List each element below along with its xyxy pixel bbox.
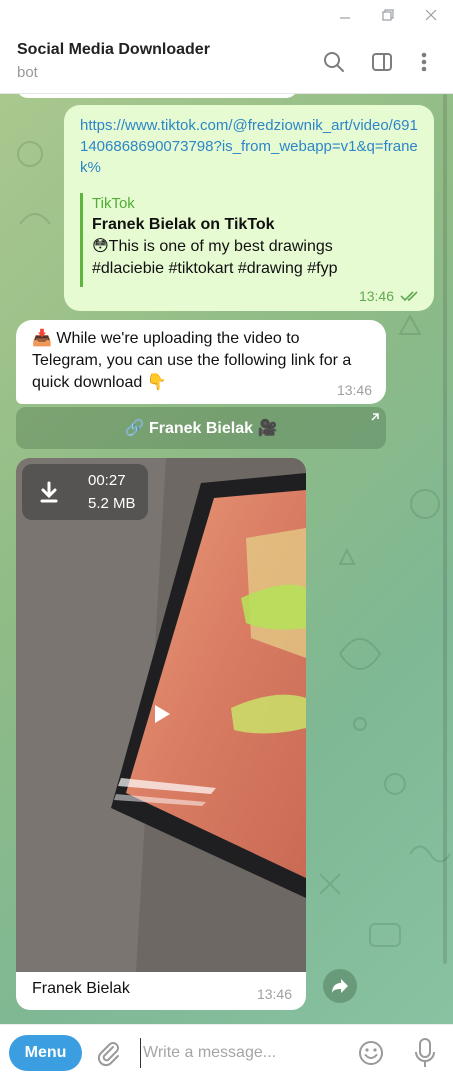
chat-header: Social Media Downloader bot [0, 30, 453, 94]
previous-message-bubble [16, 94, 298, 98]
microphone-icon[interactable] [411, 1037, 439, 1069]
inline-button-label: 🔗 Franek Bielak 🎥 [124, 420, 278, 437]
forward-button[interactable] [323, 969, 357, 1003]
video-caption: Franek Bielak [32, 980, 130, 997]
chat-scrollbar[interactable] [443, 94, 447, 964]
preview-description: 😳This is one of my best drawings #dlacie… [92, 238, 338, 277]
video-duration: 00:27 [88, 472, 126, 489]
outgoing-message[interactable]: https://www.tiktok.com/@fredziownik_art/… [64, 105, 434, 311]
preview-title: Franek Bielak on TikTok [92, 216, 275, 233]
message-time: 13:46 [336, 382, 372, 398]
emoji-icon[interactable] [357, 1039, 385, 1067]
minimize-icon [340, 17, 350, 19]
more-button[interactable] [410, 48, 438, 76]
message-link[interactable]: https://www.tiktok.com/@fredziownik_art/… [80, 115, 420, 178]
close-icon [425, 9, 437, 21]
search-button[interactable] [320, 48, 348, 76]
sidebar-toggle-icon [372, 53, 392, 71]
sidebar-toggle-button[interactable] [368, 48, 396, 76]
forward-icon [332, 979, 348, 993]
video-message[interactable]: 00:27 5.2 MB Franek Bielak 13:46 [16, 458, 306, 1010]
play-icon [155, 705, 170, 723]
message-time: 13:46 [358, 288, 394, 304]
chat-status: bot [17, 64, 38, 81]
maximize-button[interactable] [366, 0, 410, 30]
inline-link-button[interactable]: 🔗 Franek Bielak 🎥 [16, 407, 386, 449]
more-vertical-icon [421, 52, 427, 72]
minimize-button[interactable] [323, 0, 367, 30]
window-titlebar [0, 0, 453, 30]
video-size: 5.2 MB [88, 495, 136, 512]
message-composer: Menu [0, 1024, 453, 1080]
maximize-icon [382, 9, 394, 21]
message-time: 13:46 [256, 986, 292, 1002]
link-preview[interactable]: TikTok Franek Bielak on TikTok 😳This is … [80, 193, 390, 287]
external-link-corner-icon [371, 413, 379, 421]
video-info-badge[interactable]: 00:27 5.2 MB [22, 464, 148, 520]
message-meta: 13:46 [359, 288, 422, 304]
message-text: 📥 While we're uploading the video to Tel… [32, 330, 352, 391]
paperclip-icon[interactable] [95, 1039, 123, 1067]
chat-title[interactable]: Social Media Downloader [17, 41, 210, 59]
message-input[interactable] [140, 1038, 340, 1068]
bot-menu-button[interactable]: Menu [9, 1035, 82, 1071]
chat-history[interactable]: https://www.tiktok.com/@fredziownik_art/… [0, 94, 453, 1024]
search-icon [324, 52, 344, 72]
double-check-icon [400, 291, 418, 302]
download-icon[interactable] [38, 480, 60, 504]
play-button[interactable] [146, 698, 178, 730]
incoming-message[interactable]: 📥 While we're uploading the video to Tel… [16, 320, 386, 404]
preview-site-name: TikTok [92, 195, 135, 212]
close-button[interactable] [409, 0, 453, 30]
